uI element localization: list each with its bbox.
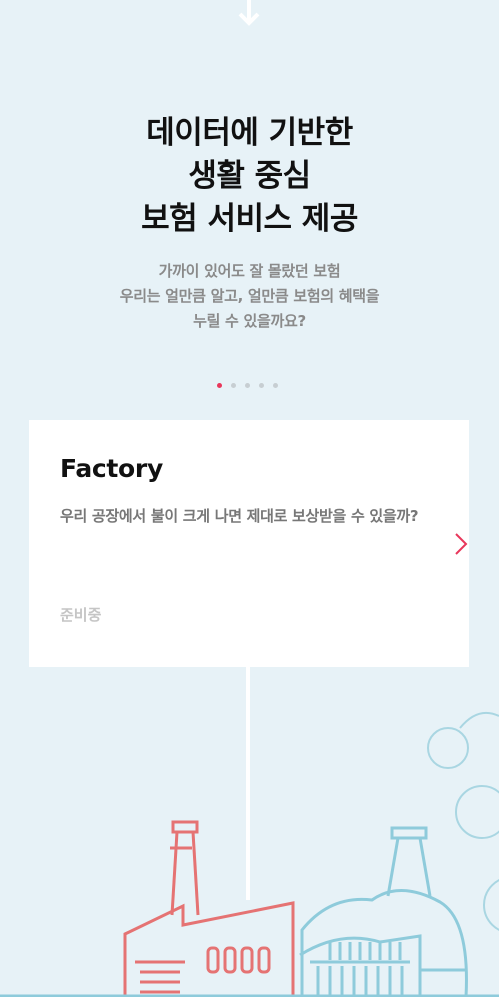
pagination-dot-4[interactable] [259,383,264,388]
hero-description-line: 누릴 수 있을까요? [193,312,306,330]
card-description: 우리 공장에서 불이 크게 나면 제대로 보상받을 수 있을까? [60,507,419,525]
carousel-pagination [217,383,278,388]
hero-title: 데이터에 기반한 생활 중심 보험 서비스 제공 [0,112,499,241]
hero-title-line: 생활 중심 [188,158,311,194]
pagination-dot-2[interactable] [231,383,236,388]
factory-illustration [0,712,499,997]
hero-title-line: 데이터에 기반한 [146,115,353,151]
hero-description-line: 가까이 있어도 잘 몰랐던 보험 [158,262,341,280]
pagination-dot-1[interactable] [217,383,222,388]
pagination-dot-5[interactable] [273,383,278,388]
chevron-right-icon[interactable] [450,528,472,560]
hero-description: 가까이 있어도 잘 몰랐던 보험 우리는 얼만큼 알고, 얼만큼 보험의 혜택을… [0,259,499,334]
hero-title-line: 보험 서비스 제공 [141,201,358,237]
card-title: Factory [60,454,163,483]
pagination-dot-3[interactable] [245,383,250,388]
service-card[interactable]: Factory 우리 공장에서 불이 크게 나면 제대로 보상받을 수 있을까?… [29,420,469,667]
card-status-label: 준비중 [60,606,102,624]
hero-description-line: 우리는 얼만큼 알고, 얼만큼 보험의 혜택을 [119,287,380,305]
arrow-down-icon [238,0,260,26]
